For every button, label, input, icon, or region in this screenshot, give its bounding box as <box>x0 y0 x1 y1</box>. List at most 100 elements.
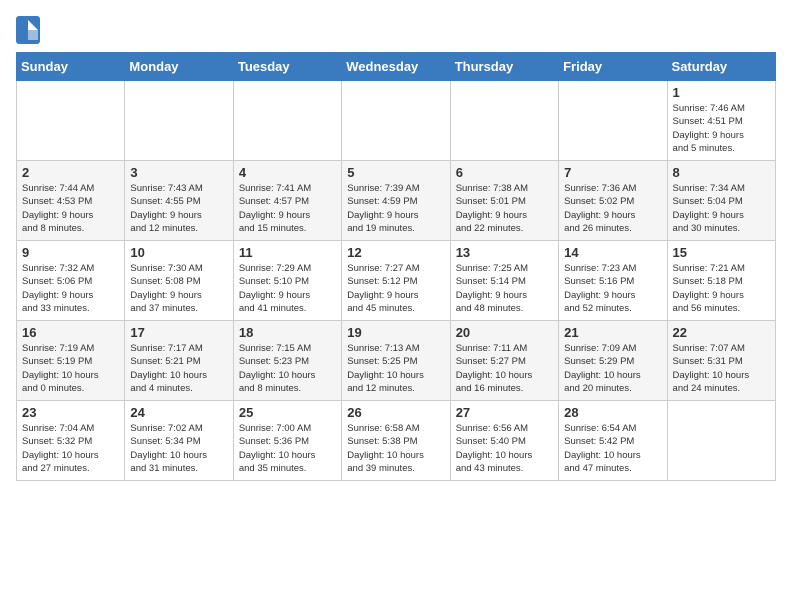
day-number: 1 <box>673 85 770 100</box>
day-number: 25 <box>239 405 336 420</box>
day-info: Sunrise: 6:54 AM Sunset: 5:42 PM Dayligh… <box>564 422 661 475</box>
logo-icon <box>16 16 40 44</box>
week-row-4: 16 Sunrise: 7:19 AM Sunset: 5:19 PM Dayli… <box>17 321 776 401</box>
day-number: 12 <box>347 245 444 260</box>
day-info: Sunrise: 7:43 AM Sunset: 4:55 PM Dayligh… <box>130 182 227 235</box>
day-number: 5 <box>347 165 444 180</box>
day-number: 2 <box>22 165 119 180</box>
day-info: Sunrise: 7:23 AM Sunset: 5:16 PM Dayligh… <box>564 262 661 315</box>
calendar-cell: 28 Sunrise: 6:54 AM Sunset: 5:42 PM Dayli… <box>559 401 667 481</box>
calendar-cell <box>17 81 125 161</box>
week-row-5: 23 Sunrise: 7:04 AM Sunset: 5:32 PM Dayli… <box>17 401 776 481</box>
day-number: 15 <box>673 245 770 260</box>
day-number: 11 <box>239 245 336 260</box>
calendar-cell: 9 Sunrise: 7:32 AM Sunset: 5:06 PM Daylig… <box>17 241 125 321</box>
day-info: Sunrise: 7:29 AM Sunset: 5:10 PM Dayligh… <box>239 262 336 315</box>
calendar-cell: 17 Sunrise: 7:17 AM Sunset: 5:21 PM Dayli… <box>125 321 233 401</box>
day-number: 23 <box>22 405 119 420</box>
day-number: 26 <box>347 405 444 420</box>
weekday-header-saturday: Saturday <box>667 53 775 81</box>
day-info: Sunrise: 7:30 AM Sunset: 5:08 PM Dayligh… <box>130 262 227 315</box>
day-number: 24 <box>130 405 227 420</box>
day-info: Sunrise: 7:02 AM Sunset: 5:34 PM Dayligh… <box>130 422 227 475</box>
day-number: 20 <box>456 325 553 340</box>
calendar-cell: 16 Sunrise: 7:19 AM Sunset: 5:19 PM Dayli… <box>17 321 125 401</box>
day-info: Sunrise: 7:32 AM Sunset: 5:06 PM Dayligh… <box>22 262 119 315</box>
calendar-cell <box>342 81 450 161</box>
calendar-cell: 24 Sunrise: 7:02 AM Sunset: 5:34 PM Dayli… <box>125 401 233 481</box>
calendar-cell: 21 Sunrise: 7:09 AM Sunset: 5:29 PM Dayli… <box>559 321 667 401</box>
calendar-cell: 10Sunrise: 7:30 AM Sunset: 5:08 PM Dayli… <box>125 241 233 321</box>
day-info: Sunrise: 7:39 AM Sunset: 4:59 PM Dayligh… <box>347 182 444 235</box>
day-number: 19 <box>347 325 444 340</box>
calendar-cell <box>233 81 341 161</box>
day-info: Sunrise: 7:07 AM Sunset: 5:31 PM Dayligh… <box>673 342 770 395</box>
day-info: Sunrise: 7:25 AM Sunset: 5:14 PM Dayligh… <box>456 262 553 315</box>
day-number: 27 <box>456 405 553 420</box>
day-info: Sunrise: 7:17 AM Sunset: 5:21 PM Dayligh… <box>130 342 227 395</box>
calendar-cell <box>450 81 558 161</box>
calendar-cell: 27 Sunrise: 6:56 AM Sunset: 5:40 PM Dayli… <box>450 401 558 481</box>
calendar-cell: 23 Sunrise: 7:04 AM Sunset: 5:32 PM Dayli… <box>17 401 125 481</box>
day-number: 21 <box>564 325 661 340</box>
calendar-cell: 6 Sunrise: 7:38 AM Sunset: 5:01 PM Daylig… <box>450 161 558 241</box>
calendar-cell: 22 Sunrise: 7:07 AM Sunset: 5:31 PM Dayli… <box>667 321 775 401</box>
day-number: 18 <box>239 325 336 340</box>
calendar-table: SundayMondayTuesdayWednesdayThursdayFrid… <box>16 52 776 481</box>
day-number: 6 <box>456 165 553 180</box>
day-number: 4 <box>239 165 336 180</box>
calendar-cell: 12Sunrise: 7:27 AM Sunset: 5:12 PM Dayli… <box>342 241 450 321</box>
day-info: Sunrise: 7:21 AM Sunset: 5:18 PM Dayligh… <box>673 262 770 315</box>
day-number: 16 <box>22 325 119 340</box>
calendar-cell: 26 Sunrise: 6:58 AM Sunset: 5:38 PM Dayli… <box>342 401 450 481</box>
day-number: 7 <box>564 165 661 180</box>
day-number: 22 <box>673 325 770 340</box>
weekday-header-thursday: Thursday <box>450 53 558 81</box>
day-number: 17 <box>130 325 227 340</box>
day-info: Sunrise: 6:58 AM Sunset: 5:38 PM Dayligh… <box>347 422 444 475</box>
weekday-header-row: SundayMondayTuesdayWednesdayThursdayFrid… <box>17 53 776 81</box>
calendar-cell: 5 Sunrise: 7:39 AM Sunset: 4:59 PM Daylig… <box>342 161 450 241</box>
day-number: 9 <box>22 245 119 260</box>
day-info: Sunrise: 7:36 AM Sunset: 5:02 PM Dayligh… <box>564 182 661 235</box>
calendar-cell: 8 Sunrise: 7:34 AM Sunset: 5:04 PM Daylig… <box>667 161 775 241</box>
calendar-cell: 11 Sunrise: 7:29 AM Sunset: 5:10 PM Dayli… <box>233 241 341 321</box>
logo <box>16 16 44 44</box>
calendar-cell: 4 Sunrise: 7:41 AM Sunset: 4:57 PM Daylig… <box>233 161 341 241</box>
calendar-cell: 25 Sunrise: 7:00 AM Sunset: 5:36 PM Dayli… <box>233 401 341 481</box>
calendar-cell: 1 Sunrise: 7:46 AM Sunset: 4:51 PM Daylig… <box>667 81 775 161</box>
weekday-header-sunday: Sunday <box>17 53 125 81</box>
day-number: 3 <box>130 165 227 180</box>
page-header <box>16 16 776 44</box>
calendar-cell: 19 Sunrise: 7:13 AM Sunset: 5:25 PM Dayli… <box>342 321 450 401</box>
weekday-header-friday: Friday <box>559 53 667 81</box>
calendar-cell <box>667 401 775 481</box>
day-info: Sunrise: 7:38 AM Sunset: 5:01 PM Dayligh… <box>456 182 553 235</box>
calendar-cell <box>559 81 667 161</box>
day-info: Sunrise: 6:56 AM Sunset: 5:40 PM Dayligh… <box>456 422 553 475</box>
day-number: 13 <box>456 245 553 260</box>
day-info: Sunrise: 7:19 AM Sunset: 5:19 PM Dayligh… <box>22 342 119 395</box>
day-info: Sunrise: 7:00 AM Sunset: 5:36 PM Dayligh… <box>239 422 336 475</box>
day-info: Sunrise: 7:13 AM Sunset: 5:25 PM Dayligh… <box>347 342 444 395</box>
calendar-cell: 14Sunrise: 7:23 AM Sunset: 5:16 PM Dayli… <box>559 241 667 321</box>
day-info: Sunrise: 7:41 AM Sunset: 4:57 PM Dayligh… <box>239 182 336 235</box>
day-number: 28 <box>564 405 661 420</box>
calendar-cell: 3 Sunrise: 7:43 AM Sunset: 4:55 PM Daylig… <box>125 161 233 241</box>
day-info: Sunrise: 7:09 AM Sunset: 5:29 PM Dayligh… <box>564 342 661 395</box>
weekday-header-wednesday: Wednesday <box>342 53 450 81</box>
weekday-header-monday: Monday <box>125 53 233 81</box>
day-info: Sunrise: 7:34 AM Sunset: 5:04 PM Dayligh… <box>673 182 770 235</box>
day-info: Sunrise: 7:11 AM Sunset: 5:27 PM Dayligh… <box>456 342 553 395</box>
day-number: 8 <box>673 165 770 180</box>
calendar-cell: 13 Sunrise: 7:25 AM Sunset: 5:14 PM Dayli… <box>450 241 558 321</box>
calendar-cell: 2 Sunrise: 7:44 AM Sunset: 4:53 PM Daylig… <box>17 161 125 241</box>
week-row-1: 1 Sunrise: 7:46 AM Sunset: 4:51 PM Daylig… <box>17 81 776 161</box>
day-info: Sunrise: 7:44 AM Sunset: 4:53 PM Dayligh… <box>22 182 119 235</box>
week-row-3: 9 Sunrise: 7:32 AM Sunset: 5:06 PM Daylig… <box>17 241 776 321</box>
day-info: Sunrise: 7:46 AM Sunset: 4:51 PM Dayligh… <box>673 102 770 155</box>
calendar-cell <box>125 81 233 161</box>
day-info: Sunrise: 7:15 AM Sunset: 5:23 PM Dayligh… <box>239 342 336 395</box>
calendar-cell: 18 Sunrise: 7:15 AM Sunset: 5:23 PM Dayli… <box>233 321 341 401</box>
day-info: Sunrise: 7:04 AM Sunset: 5:32 PM Dayligh… <box>22 422 119 475</box>
